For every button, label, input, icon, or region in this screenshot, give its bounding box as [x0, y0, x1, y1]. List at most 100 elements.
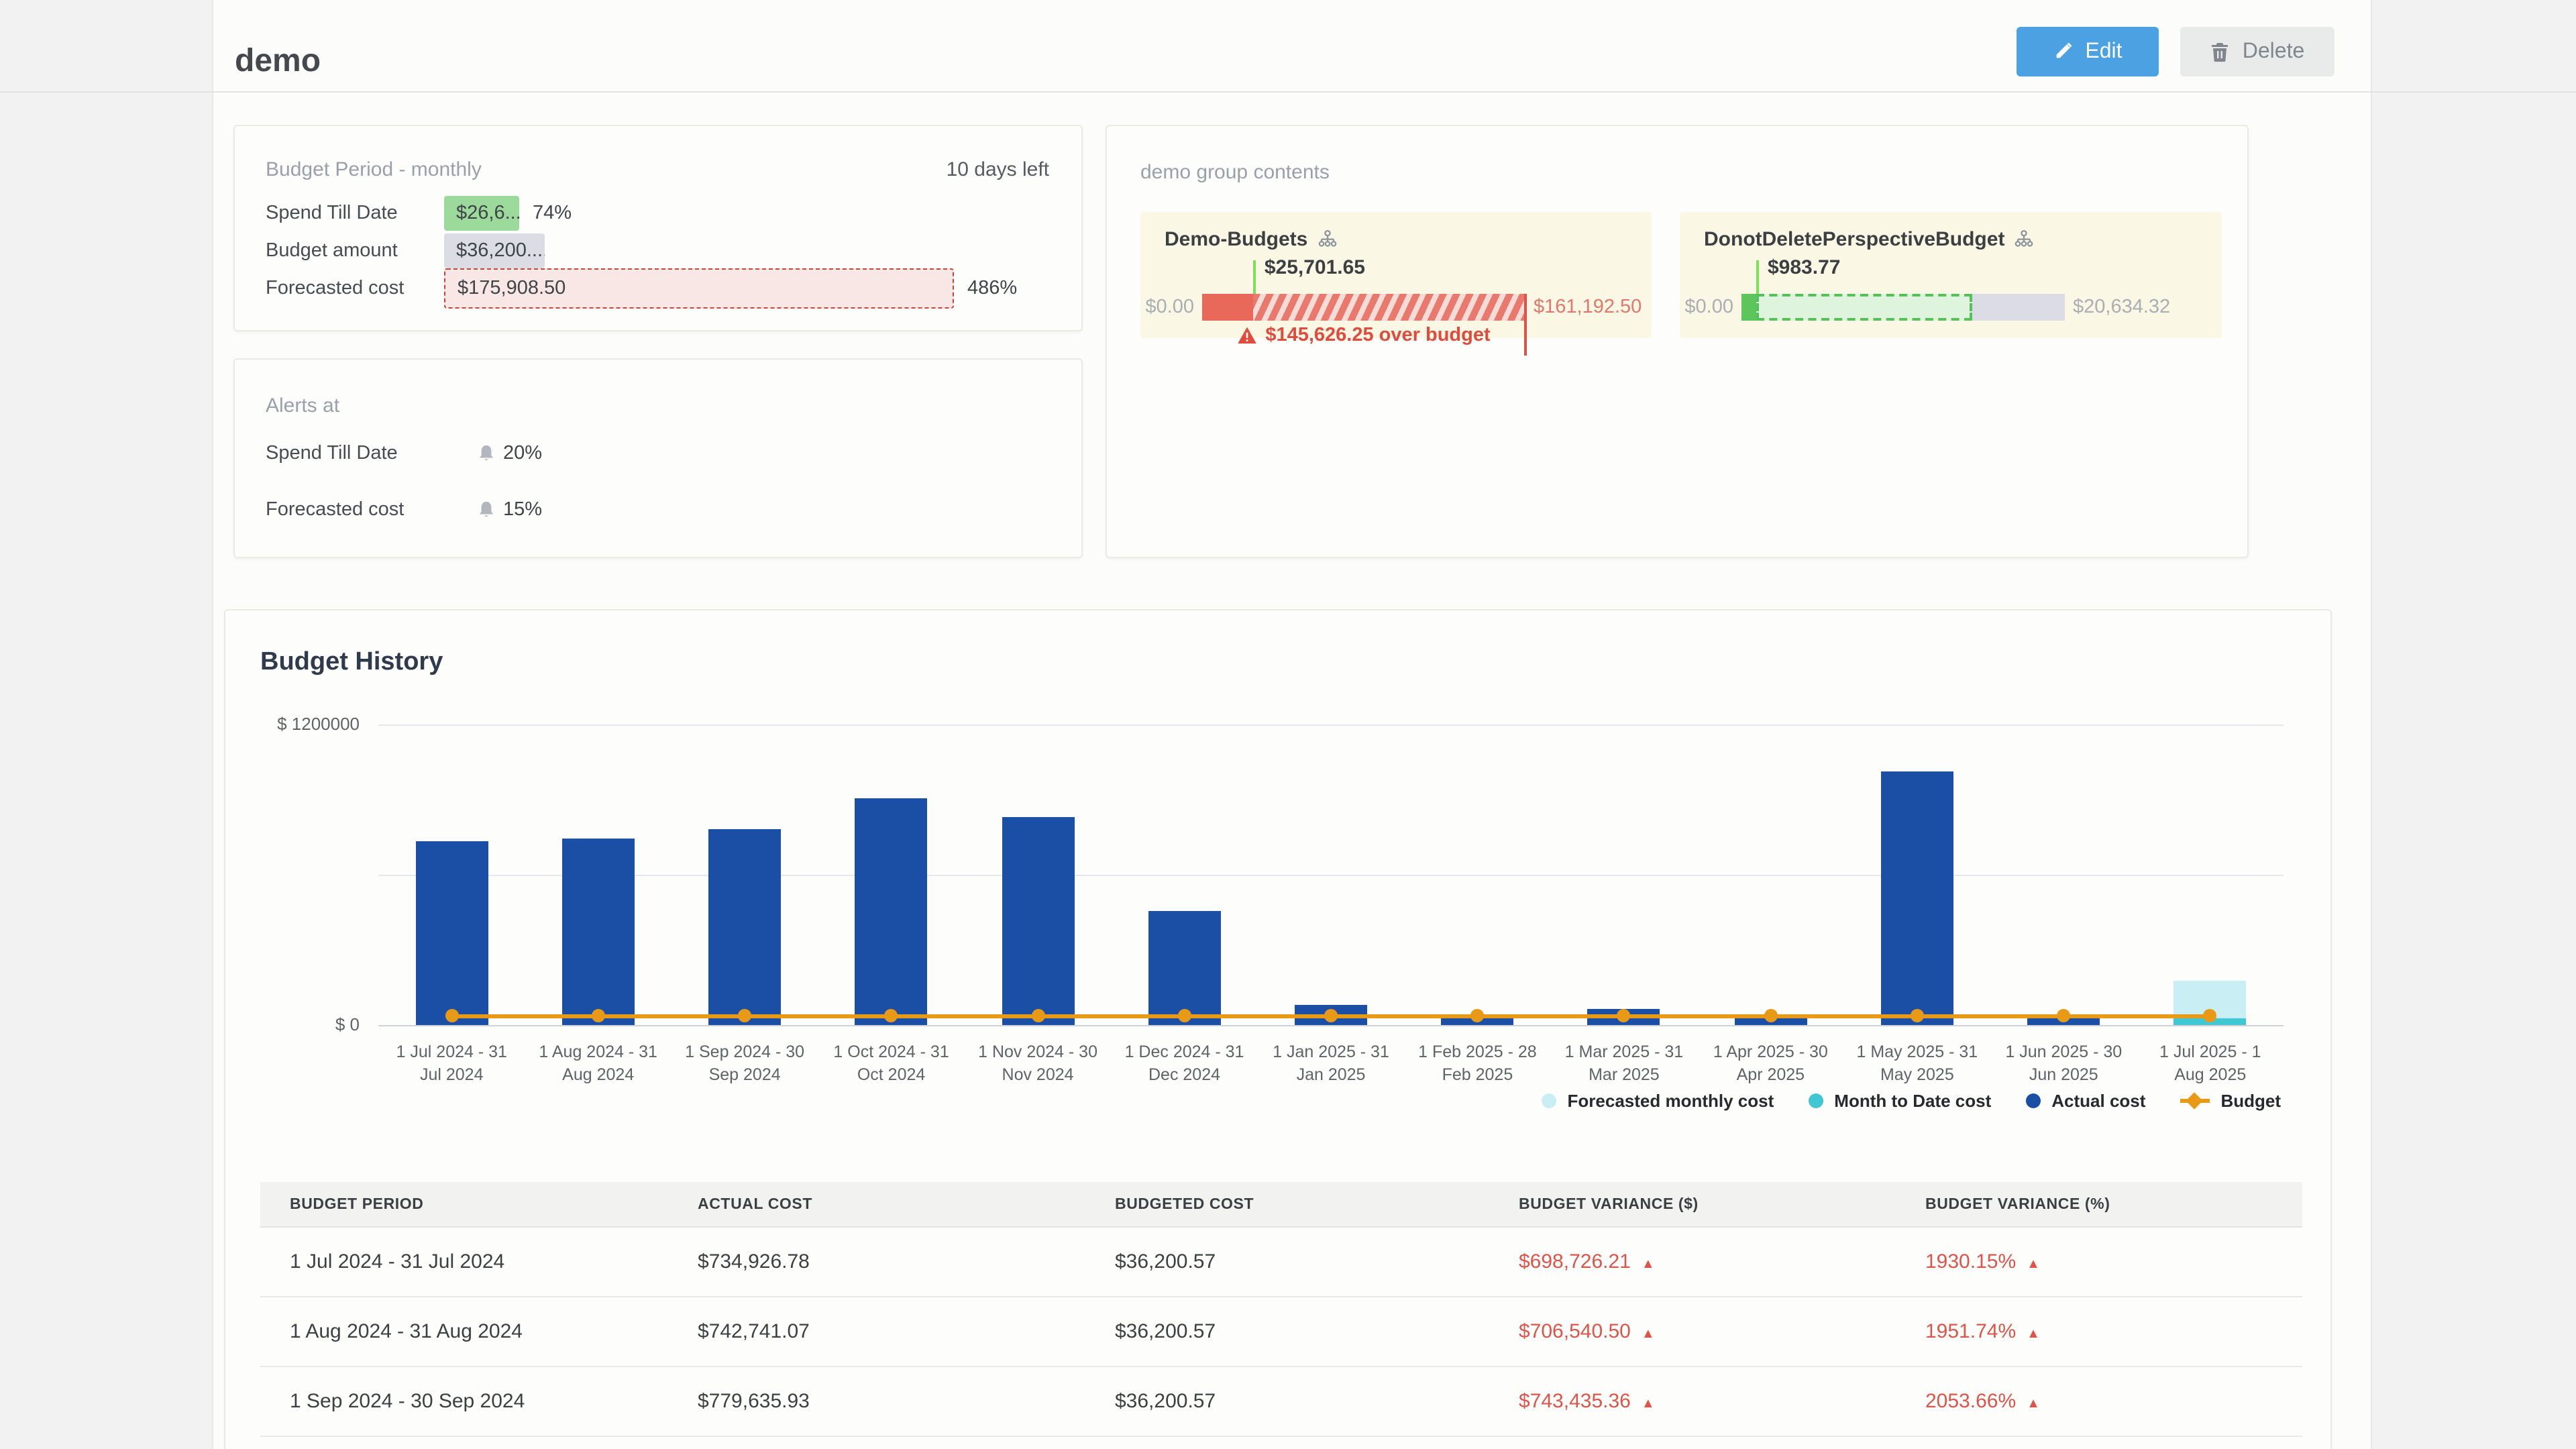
- legend-item[interactable]: Month to Date cost: [1809, 1091, 1991, 1111]
- triangle-up-icon: ▲: [1642, 1257, 1655, 1272]
- sub-budget-bar: [1202, 294, 1525, 321]
- x-axis-labels: 1 Jul 2024 - 31Jul 20241 Aug 2024 - 31Au…: [378, 1041, 2284, 1095]
- alert-row-spend: Spend Till Date 20%: [266, 443, 542, 464]
- sub-budget-tile-donotdelete[interactable]: DonotDeletePerspectiveBudget $983.77 $0.…: [1680, 212, 2222, 338]
- triangle-up-icon: ▲: [2027, 1257, 2040, 1272]
- table-body: 1 Jul 2024 - 31 Jul 2024$734,926.78$36,2…: [260, 1228, 2302, 1437]
- bar-actual-cost[interactable]: [415, 841, 488, 1025]
- remaining-budget-segment: [1972, 294, 2065, 321]
- budget-amount-chip: $36,200....: [444, 233, 545, 268]
- x-axis-tick-label: 1 Jul 2025 - 1Aug 2025: [2127, 1041, 2294, 1087]
- legend-item[interactable]: Actual cost: [2026, 1091, 2145, 1111]
- budget-history-title: Budget History: [260, 648, 443, 678]
- table-column-header: BUDGET PERIOD: [260, 1196, 668, 1212]
- budget-amount-label: Budget amount: [266, 240, 444, 262]
- budget-amount-row: Budget amount $36,200....: [266, 233, 558, 268]
- range-max-label: $161,192.50: [1534, 297, 1642, 318]
- y-axis-labels: $ 1200000$ 0: [225, 724, 360, 1025]
- legend-item[interactable]: Budget: [2180, 1091, 2281, 1111]
- table-column-header: BUDGET VARIANCE ($): [1489, 1196, 1896, 1212]
- table-row: 1 Sep 2024 - 30 Sep 2024$779,635.93$36,2…: [260, 1367, 2302, 1437]
- alert-spend-label: Spend Till Date: [266, 443, 478, 464]
- budget-amount-marker-label: $983.77: [1768, 256, 1840, 279]
- forecasted-cost-row: Forecasted cost $175,908.50 486%: [266, 268, 1017, 309]
- legend-label: Actual cost: [2051, 1091, 2145, 1111]
- warning-triangle-icon: [1237, 326, 1257, 345]
- sub-budget-bar: [1741, 294, 2065, 321]
- variance-cell: $743,435.36▲: [1489, 1390, 1896, 1413]
- table-header-row: BUDGET PERIODACTUAL COSTBUDGETED COSTBUD…: [260, 1182, 2302, 1228]
- table-cell: $779,635.93: [668, 1390, 1085, 1413]
- bar-actual-cost[interactable]: [562, 839, 635, 1025]
- triangle-up-icon: ▲: [1642, 1397, 1655, 1411]
- budget-line-marker[interactable]: [1178, 1009, 1191, 1022]
- over-budget-note: $145,626.25 over budget: [1189, 325, 1539, 346]
- bar-actual-cost[interactable]: [1002, 817, 1074, 1025]
- sub-budget-tile-demo-budgets[interactable]: Demo-Budgets $25,701.65 $0.00 $161,192.5…: [1140, 212, 1652, 338]
- x-axis-tick-label: 1 Jan 2025 - 31Jan 2025: [1248, 1041, 1414, 1087]
- legend-marker-icon: [2026, 1093, 2041, 1108]
- variance-cell: 1930.15%▲: [1896, 1250, 2302, 1273]
- spend-till-date-label: Spend Till Date: [266, 203, 444, 224]
- spend-till-date-row: Spend Till Date $26,6... 74%: [266, 196, 572, 231]
- range-min-label: $0.00: [1140, 297, 1194, 318]
- legend-marker-icon: [1542, 1093, 1557, 1108]
- days-left-label: 10 days left: [947, 158, 1049, 181]
- variance-cell: $706,540.50▲: [1489, 1320, 1896, 1343]
- variance-cell: 2053.66%▲: [1896, 1390, 2302, 1413]
- table-cell: 1 Aug 2024 - 31 Aug 2024: [260, 1320, 668, 1343]
- budget-history-card: Budget History $ 1200000$ 0 1 Jul 2024 -…: [224, 609, 2332, 1449]
- table-cell: 1 Sep 2024 - 30 Sep 2024: [260, 1390, 668, 1413]
- range-min-label: $0.00: [1680, 297, 1733, 318]
- table-cell: $742,741.07: [668, 1320, 1085, 1343]
- forecasted-cost-label: Forecasted cost: [266, 278, 444, 299]
- x-axis-tick-label: 1 Mar 2025 - 31Mar 2025: [1541, 1041, 1707, 1087]
- alert-spend-value: 20%: [503, 443, 542, 464]
- table-cell: $734,926.78: [668, 1250, 1085, 1273]
- table-cell: 1 Jul 2024 - 31 Jul 2024: [260, 1250, 668, 1273]
- legend-item[interactable]: Forecasted monthly cost: [1542, 1091, 1774, 1111]
- x-axis-tick-label: 1 Apr 2025 - 30Apr 2025: [1687, 1041, 1854, 1087]
- page-title: demo: [235, 43, 321, 80]
- edit-button[interactable]: Edit: [2017, 27, 2159, 76]
- x-axis-tick-label: 1 Dec 2024 - 31Dec 2024: [1102, 1041, 1268, 1087]
- trash-icon: [2210, 41, 2231, 62]
- x-axis-tick-label: 1 Aug 2024 - 31Aug 2024: [515, 1041, 682, 1087]
- table-cell: $36,200.57: [1085, 1250, 1489, 1273]
- budget-period-card-title: Budget Period - monthly: [266, 158, 482, 181]
- alert-row-forecast: Forecasted cost 15%: [266, 499, 542, 521]
- x-axis-tick-label: 1 Oct 2024 - 31Oct 2024: [808, 1041, 975, 1087]
- budget-detail-page: demo Edit Delete Budget Period - monthly…: [0, 0, 2576, 1449]
- budget-line-marker[interactable]: [1764, 1009, 1777, 1022]
- forecasted-cost-chip: $175,908.50: [444, 268, 954, 309]
- x-axis-tick-label: 1 May 2025 - 31May 2025: [1834, 1041, 2000, 1087]
- edit-button-label: Edit: [2085, 40, 2122, 64]
- alert-forecast-label: Forecasted cost: [266, 499, 478, 521]
- delete-button[interactable]: Delete: [2180, 27, 2334, 76]
- variance-cell: 1951.74%▲: [1896, 1320, 2302, 1343]
- sub-budget-name: Demo-Budgets: [1165, 228, 1307, 251]
- x-axis-tick-label: 1 Sep 2024 - 30Sep 2024: [661, 1041, 828, 1087]
- triangle-up-icon: ▲: [2027, 1327, 2040, 1342]
- bell-icon: [478, 500, 495, 519]
- org-chart-icon: [1317, 229, 1337, 250]
- legend-marker-icon: [1809, 1093, 1823, 1108]
- legend-marker-icon: [2180, 1099, 2210, 1103]
- bar-actual-cost[interactable]: [1881, 772, 1953, 1025]
- sub-budget-name: DonotDeletePerspectiveBudget: [1704, 228, 2004, 251]
- budget-amount-marker-label: $25,701.65: [1265, 256, 1365, 279]
- table-row: 1 Jul 2024 - 31 Jul 2024$734,926.78$36,2…: [260, 1228, 2302, 1297]
- gridline: [378, 1025, 2284, 1026]
- spend-within-budget-segment: [1202, 294, 1254, 321]
- bar-actual-cost[interactable]: [855, 799, 928, 1025]
- forecast-segment: [1757, 294, 1972, 321]
- bar-actual-cost[interactable]: [708, 830, 781, 1025]
- org-chart-icon: [2014, 229, 2034, 250]
- variance-cell: $698,726.21▲: [1489, 1250, 1896, 1273]
- bar-actual-cost[interactable]: [1148, 910, 1221, 1025]
- x-axis-tick-label: 1 Nov 2024 - 30Nov 2024: [955, 1041, 1121, 1087]
- over-budget-segment: [1254, 294, 1525, 321]
- chart-legend: Forecasted monthly cost Month to Date cos…: [1542, 1091, 2281, 1111]
- delete-button-label: Delete: [2243, 40, 2305, 64]
- legend-label: Forecasted monthly cost: [1568, 1091, 1774, 1111]
